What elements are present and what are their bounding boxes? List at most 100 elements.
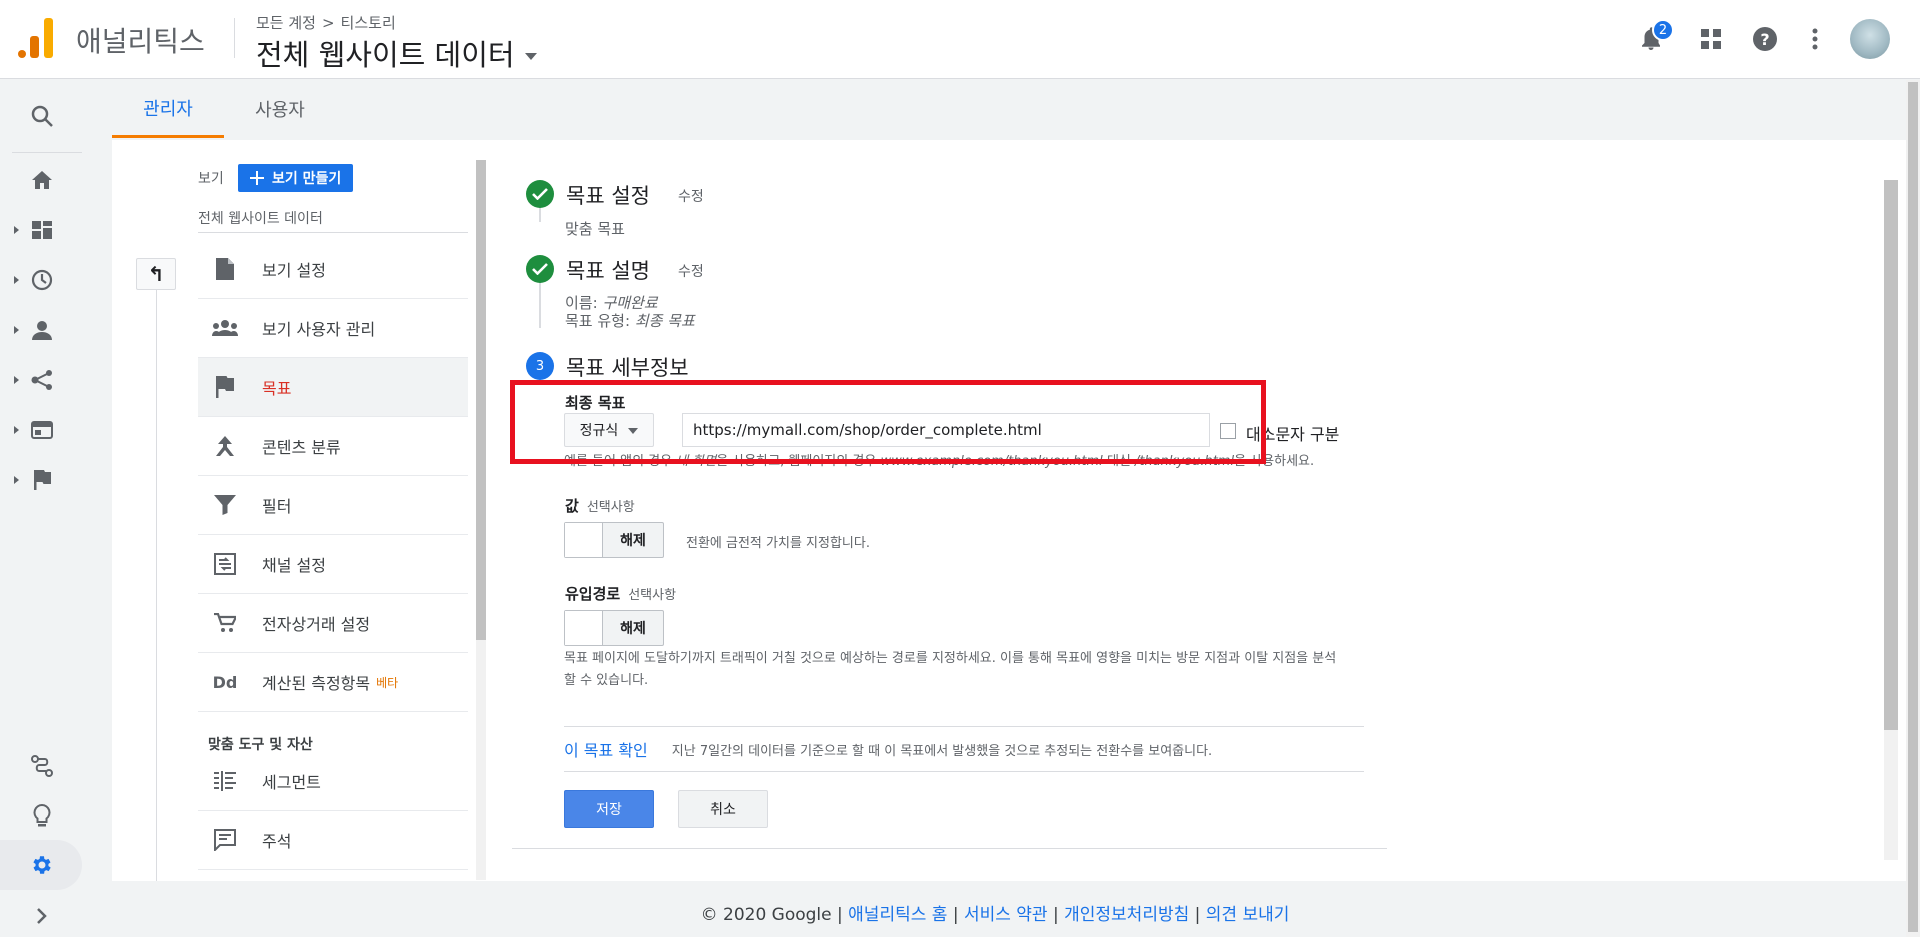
current-view-name[interactable]: 전체 웹사이트 데이터 [198,208,323,228]
search-icon[interactable] [0,96,84,136]
back-arrow-icon[interactable]: ↰ [136,258,176,290]
footer-link-feedback[interactable]: 의견 보내기 [1206,905,1290,925]
help-icon[interactable]: ? [1750,24,1780,54]
footer-link-analytics-home[interactable]: 애널리틱스 홈 [848,905,947,925]
notification-badge[interactable]: 2 [1652,19,1674,41]
menu-item-label: 콘텐츠 분류 [262,438,341,457]
breadcrumb-separator: > [321,13,335,32]
custom-tools-menu: 세그먼트 주석 [198,752,468,870]
goal-type-value: 최종 목표 [634,312,695,330]
column-connector [156,290,157,881]
divider [198,232,468,233]
verify-goal-row: 이 목표 확인 지난 7일간의 데이터를 기준으로 할 때 이 목표에서 발생했… [564,726,1364,772]
value-title: 값 [565,497,579,515]
breadcrumb[interactable]: 모든 계정 > 티스토리 [256,12,396,33]
chevron-down-icon[interactable] [524,52,537,60]
menu-scrollbar-thumb[interactable] [476,160,486,640]
goal-type-summary: 목표 유형: 최종 목표 [565,312,695,330]
step-title: 목표 세부정보 [566,356,689,380]
create-view-button[interactable]: 보기 만들기 [238,164,354,192]
view-selector[interactable]: 전체 웹사이트 데이터 [256,32,537,74]
segment-icon [210,766,240,796]
more-vert-icon[interactable] [1800,24,1830,54]
check-circle-icon [526,255,554,283]
clock-icon[interactable] [0,260,84,300]
step-number: 3 [526,352,554,380]
create-view-label: 보기 만들기 [272,171,342,187]
goal-type-label: 목표 유형: [565,312,631,330]
funnel-title: 유입경로 [565,585,621,603]
home-icon[interactable] [0,160,84,200]
menu-item-filters[interactable]: 필터 [198,476,468,535]
dashboard-icon[interactable] [0,210,84,250]
step-title: 목표 설명 [566,259,650,283]
plus-icon [250,171,264,185]
apps-icon[interactable] [1696,24,1726,54]
menu-item-channel-settings[interactable]: 채널 설정 [198,535,468,594]
menu-item-ecommerce-settings[interactable]: 전자상거래 설정 [198,594,468,653]
value-toggle[interactable]: 해제 [564,522,664,558]
analytics-logo[interactable] [18,18,54,58]
optional-label: 선택사항 [586,500,635,515]
menu-item-label: 필터 [262,497,292,516]
toggle-knob [565,523,603,557]
menu-item-label: 보기 사용자 관리 [262,320,376,339]
comment-icon [210,825,240,855]
edit-link[interactable]: 수정 [678,186,704,206]
behavior-icon[interactable] [0,410,84,450]
step-summary: 맞춤 목표 [565,220,625,238]
menu-item-view-settings[interactable]: 보기 설정 [198,240,468,299]
menu-item-user-management[interactable]: 보기 사용자 관리 [198,299,468,358]
funnel-field-title: 유입경로 선택사항 [565,583,676,604]
acquisition-icon[interactable] [0,360,84,400]
step-title: 목표 설정 [566,184,650,208]
menu-item-content-grouping[interactable]: 콘텐츠 분류 [198,417,468,476]
menu-item-label: 보기 설정 [262,261,326,280]
avatar[interactable] [1850,19,1890,59]
menu-item-goals[interactable]: 목표 [198,358,468,417]
admin-tabs: 관리자 사용자 [112,80,336,138]
menu-item-annotations[interactable]: 주석 [198,811,468,870]
form-scrollbar-thumb[interactable] [1884,180,1898,730]
app-name: 애널리틱스 [76,25,205,58]
conversions-flag-icon[interactable] [0,460,84,500]
edit-link[interactable]: 수정 [678,261,704,281]
channel-icon [210,549,240,579]
gear-icon[interactable] [0,845,84,885]
verify-goal-link[interactable]: 이 목표 확인 [564,737,648,761]
tab-user[interactable]: 사용자 [224,80,336,138]
footer-link-terms[interactable]: 서비스 약관 [964,905,1048,925]
footer-separator: | [952,905,959,925]
menu-item-calculated-metrics[interactable]: Dd 계산된 측정항목 베타 [198,653,468,712]
tab-admin[interactable]: 관리자 [112,80,224,138]
attribution-icon[interactable] [0,746,84,786]
goal-name-summary: 이름: 구매완료 [565,294,658,312]
filter-icon [210,490,240,520]
cancel-button[interactable]: 취소 [678,790,768,828]
menu-item-label: 세그먼트 [262,773,321,792]
menu-item-label: 목표 [262,379,292,398]
save-button[interactable]: 저장 [564,790,654,828]
dd-icon: Dd [212,672,238,692]
menu-item-segments[interactable]: 세그먼트 [198,752,468,811]
flag-icon [210,372,240,402]
funnel-description: 목표 페이지에 도달하기까지 트래픽이 거칠 것으로 예상하는 경로를 지정하세… [564,651,1337,688]
lightbulb-icon[interactable] [0,796,84,836]
page-scrollbar-thumb[interactable] [1908,82,1918,932]
value-description: 전환에 금전적 가치를 지정합니다. [686,536,870,551]
footer-separator: | [1194,905,1201,925]
funnel-toggle[interactable]: 해제 [564,610,664,646]
step-goal-description: 목표 설명 수정 [526,255,704,285]
verify-goal-description: 지난 7일간의 데이터를 기준으로 할 때 이 목표에서 발생했을 것으로 추정… [671,743,1213,759]
value-field-title: 값 선택사항 [565,495,635,516]
people-icon [210,313,240,343]
footer-separator: | [837,905,843,925]
view-title[interactable]: 전체 웹사이트 데이터 [256,32,515,74]
breadcrumb-property[interactable]: 티스토리 [341,12,396,33]
toggle-label: 해제 [620,621,646,637]
footer-link-privacy[interactable]: 개인정보처리방침 [1064,905,1189,925]
admin-content: ↰ 보기 보기 만들기 전체 웹사이트 데이터 보기 설정 보기 사용자 관리 … [112,140,1920,881]
cart-icon [210,608,240,638]
person-icon[interactable] [0,310,84,350]
breadcrumb-account[interactable]: 모든 계정 [256,12,316,33]
